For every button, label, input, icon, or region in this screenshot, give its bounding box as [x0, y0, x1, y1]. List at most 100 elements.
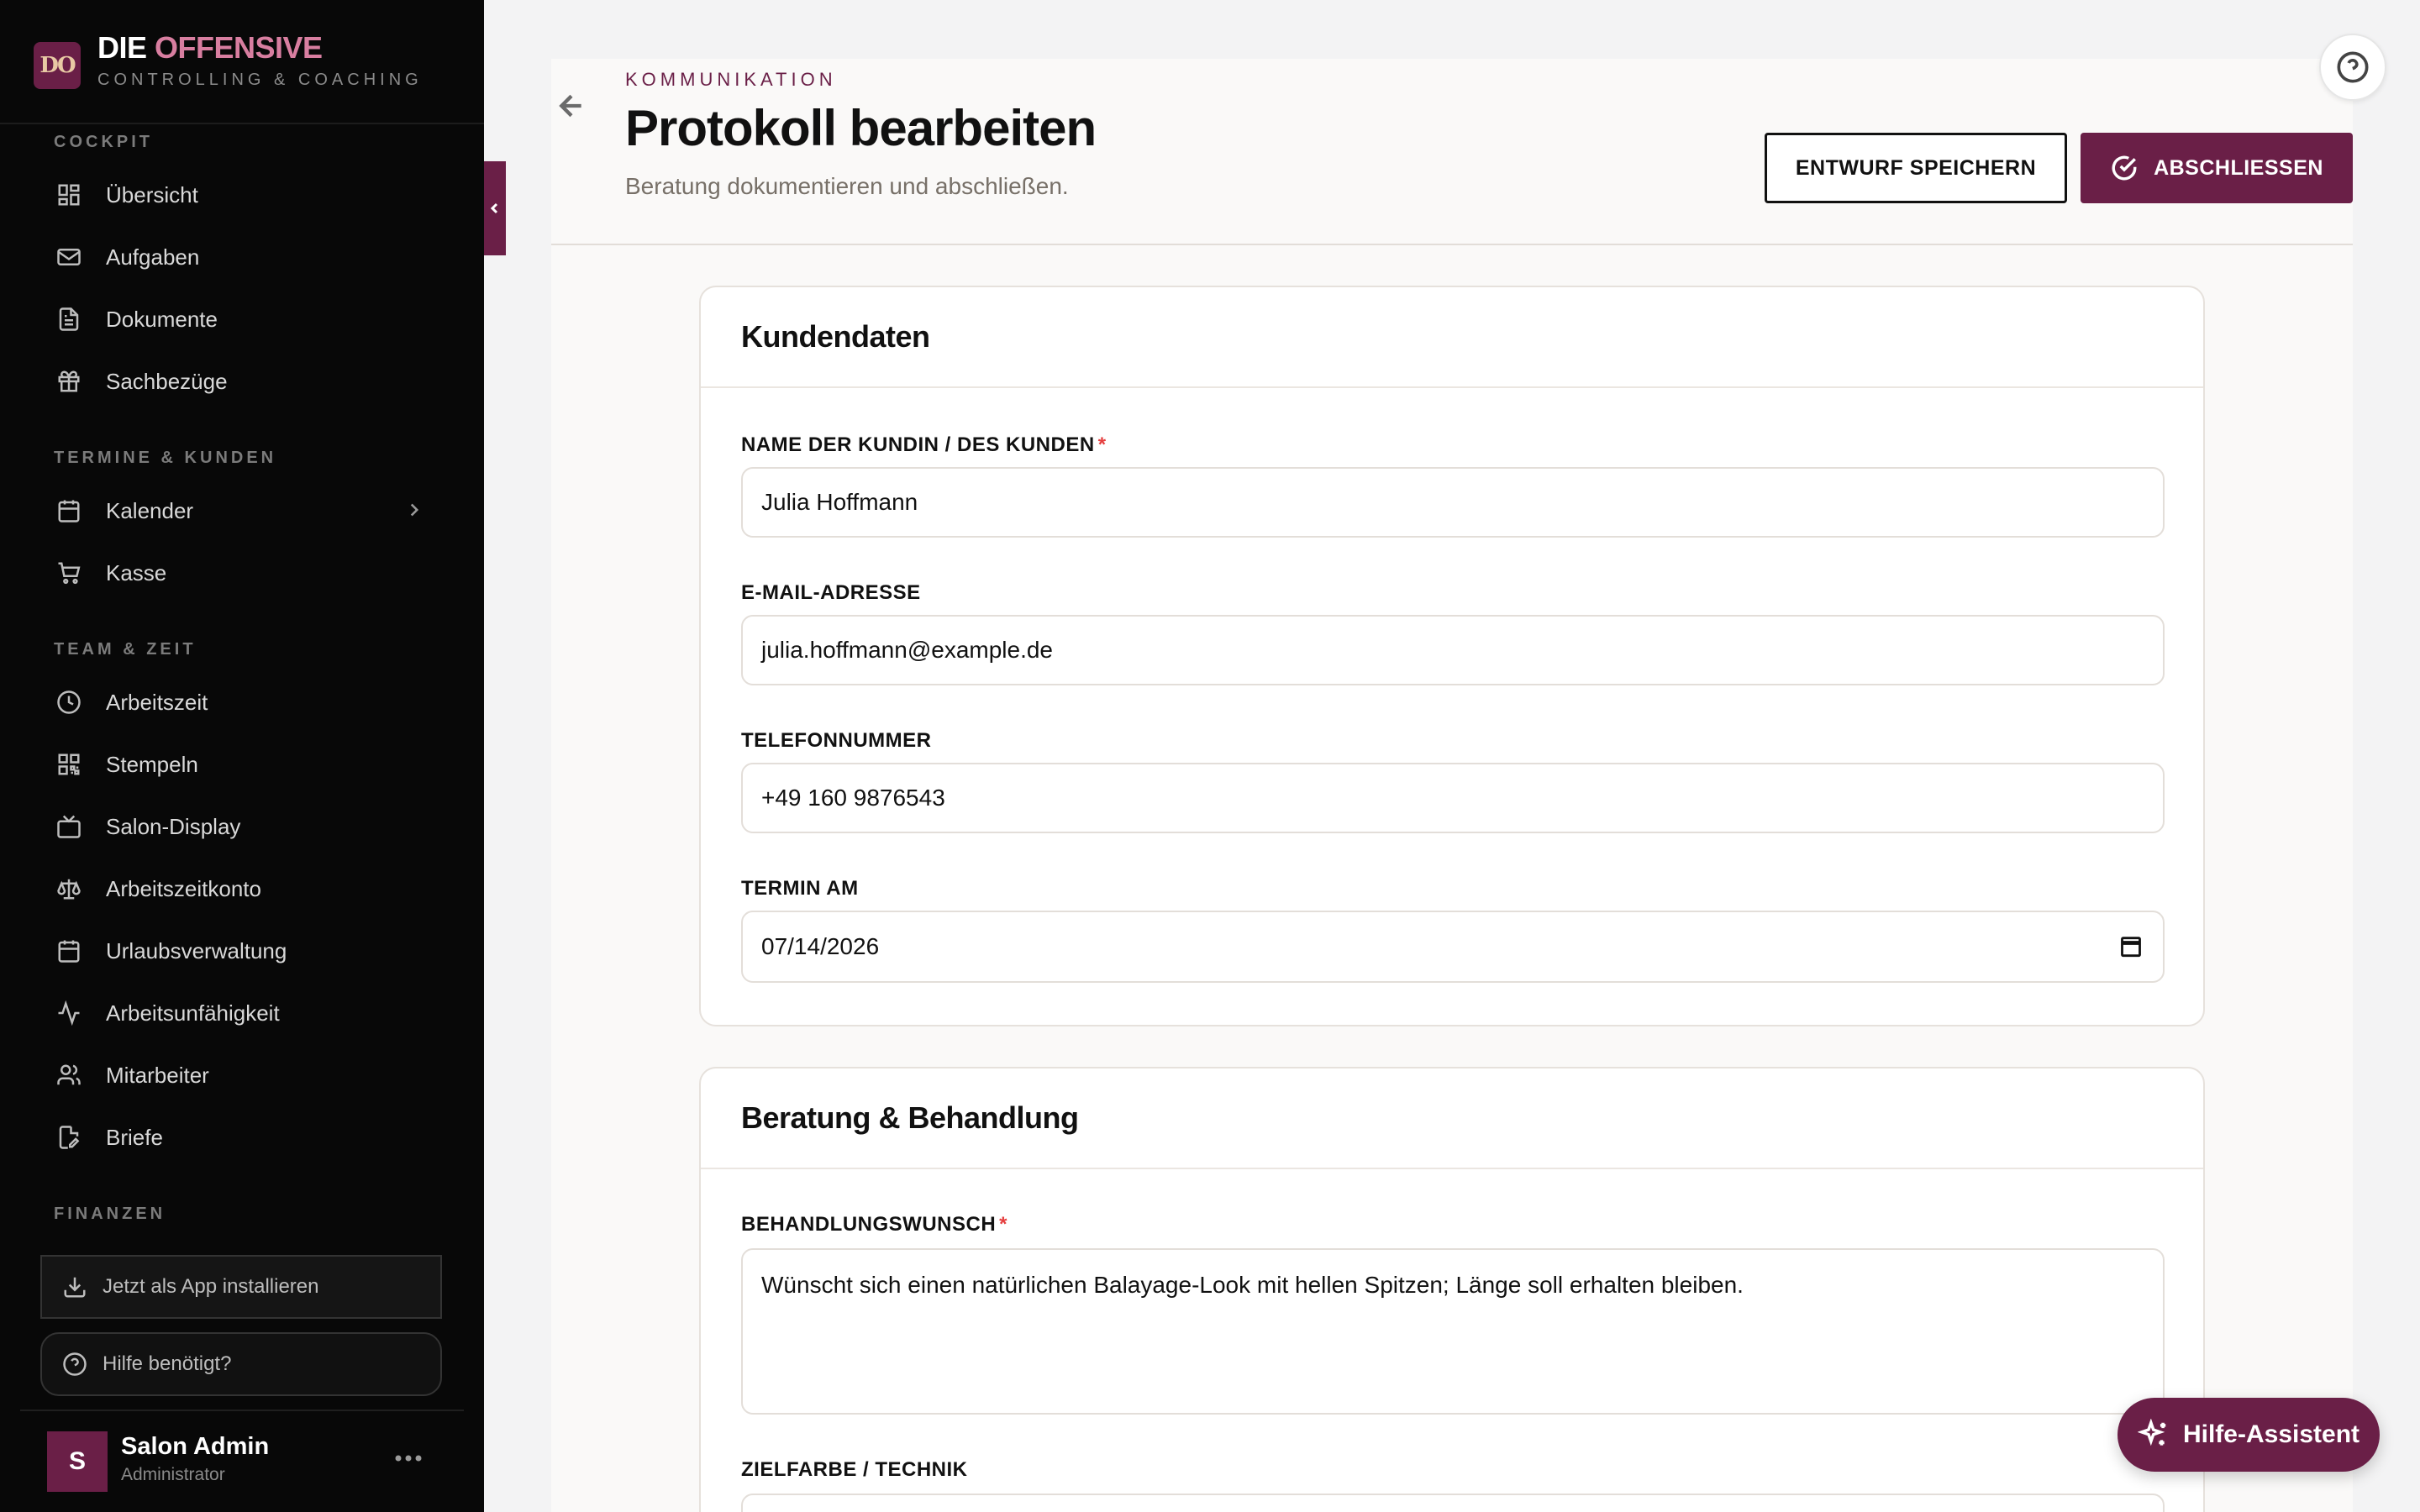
- treatment-wish-label-text: BEHANDLUNGSWUNSCH: [741, 1213, 997, 1236]
- brand-logo: DO: [34, 42, 81, 89]
- sidebar-item-label: Sachbezüge: [106, 368, 228, 394]
- sidebar-item-sachbezuege[interactable]: Sachbezüge: [47, 354, 434, 408]
- sidebar-item-dokumente[interactable]: Dokumente: [47, 292, 434, 346]
- sidebar-item-uebersicht[interactable]: Übersicht: [47, 168, 434, 222]
- brand[interactable]: DO DIE OFFENSIVE CONTROLLING & COACHING: [34, 30, 471, 123]
- brand-subtitle: CONTROLLING & COACHING: [97, 71, 423, 89]
- activity-icon: [55, 1000, 82, 1026]
- sidebar-item-label: Arbeitszeitkonto: [106, 875, 261, 901]
- sidebar-item-label: Kalender: [106, 497, 194, 523]
- help-assistant-label: Hilfe-Assistent: [2182, 1420, 2360, 1448]
- calendar-icon: [55, 937, 82, 964]
- customer-name-label: NAME DER KUNDIN / DES KUNDEN *: [741, 433, 1107, 457]
- brand-title-accent: OFFENSIVE: [155, 30, 323, 65]
- sidebar-item-arbeitsunfaehigkeit[interactable]: Arbeitsunfähigkeit: [47, 986, 434, 1040]
- email-value: julia.hoffmann@example.de: [761, 637, 1054, 663]
- customer-name-value: Julia Hoffmann: [761, 489, 918, 515]
- treatment-card: Beratung & Behandlung BEHANDLUNGSWUNSCH *…: [699, 1067, 2205, 1512]
- sidebar-item-label: Übersicht: [106, 181, 198, 207]
- customer-data-card: Kundendaten NAME DER KUNDIN / DES KUNDEN…: [699, 286, 2205, 1026]
- card-divider: [701, 386, 2203, 388]
- sidebar-item-mitarbeiter[interactable]: Mitarbeiter: [47, 1048, 434, 1102]
- sidebar-item-arbeitszeitkonto[interactable]: Arbeitszeitkonto: [47, 862, 434, 916]
- sidebar-item-label: Aufgaben: [106, 244, 200, 270]
- email-input[interactable]: julia.hoffmann@example.de: [741, 615, 2165, 685]
- download-icon: [64, 1277, 86, 1298]
- customer-name-label-text: NAME DER KUNDIN / DES KUNDEN: [741, 433, 1095, 456]
- install-app-button[interactable]: Jetzt als App installieren: [40, 1255, 442, 1319]
- more-options-icon[interactable]: [392, 1441, 425, 1475]
- appointment-date-label: TERMIN AM: [741, 877, 859, 900]
- brand-title: DIE OFFENSIVE: [97, 30, 323, 66]
- treatment-wish-label: BEHANDLUNGSWUNSCH *: [741, 1213, 1007, 1236]
- customer-name-input[interactable]: Julia Hoffmann: [741, 467, 2165, 538]
- section-label-team: TEAM & ZEIT: [54, 640, 197, 659]
- header-divider: [551, 244, 2353, 245]
- page-eyebrow: KOMMUNIKATION: [625, 69, 837, 90]
- section-label-termine: TERMINE & KUNDEN: [54, 449, 277, 467]
- chevron-left-icon: [490, 202, 498, 214]
- qr-code-icon: [55, 751, 82, 778]
- finish-button[interactable]: ABSCHLIESSEN: [2081, 133, 2353, 203]
- users-icon: [55, 1062, 82, 1089]
- email-label: E-MAIL-ADRESSE: [741, 581, 921, 604]
- help-needed-button[interactable]: Hilfe benötigt?: [40, 1332, 442, 1396]
- sidebar-collapse-toggle[interactable]: [484, 161, 506, 255]
- user-divider: [20, 1410, 464, 1411]
- sparkles-icon: [2137, 1419, 2166, 1446]
- dashboard-icon: [55, 181, 82, 208]
- check-circle-icon: [2112, 155, 2137, 181]
- appointment-date-input[interactable]: 07/14/2026: [741, 911, 2165, 983]
- chevron-right-icon[interactable]: [403, 499, 425, 527]
- sidebar-item-urlaubsverwaltung[interactable]: Urlaubsverwaltung: [47, 924, 434, 978]
- sidebar-item-kalender[interactable]: Kalender: [47, 484, 434, 538]
- help-assistant-button[interactable]: Hilfe-Assistent: [2118, 1398, 2380, 1472]
- finish-button-label: ABSCHLIESSEN: [2154, 155, 2323, 180]
- sidebar-item-stempeln[interactable]: Stempeln: [47, 738, 434, 791]
- cart-icon: [55, 559, 82, 586]
- help-icon[interactable]: [2319, 34, 2386, 101]
- sidebar: DO DIE OFFENSIVE CONTROLLING & COACHING …: [0, 0, 484, 1512]
- brand-divider: [0, 123, 484, 124]
- sidebar-item-label: Mitarbeiter: [106, 1062, 209, 1088]
- document-icon: [55, 306, 82, 333]
- sidebar-item-label: Briefe: [106, 1124, 163, 1150]
- phone-input[interactable]: +49 160 9876543: [741, 763, 2165, 833]
- save-draft-button[interactable]: ENTWURF SPEICHERN: [1765, 133, 2067, 203]
- section-label-cockpit: COCKPIT: [54, 133, 153, 151]
- edit-document-icon: [55, 1124, 82, 1151]
- phone-value: +49 160 9876543: [761, 785, 945, 811]
- treatment-card-title: Beratung & Behandlung: [741, 1100, 1079, 1135]
- sidebar-item-label: Arbeitszeit: [106, 689, 208, 715]
- sidebar-item-briefe[interactable]: Briefe: [47, 1110, 434, 1164]
- scale-icon: [55, 875, 82, 902]
- calendar-picker-icon[interactable]: [2119, 934, 2143, 963]
- page-subtitle: Beratung dokumentieren und abschließen.: [625, 173, 1069, 199]
- sidebar-item-aufgaben[interactable]: Aufgaben: [47, 230, 434, 284]
- phone-label: TELEFONNUMMER: [741, 729, 932, 752]
- install-app-label: Jetzt als App installieren: [103, 1275, 319, 1298]
- calendar-icon: [55, 497, 82, 524]
- sidebar-item-label: Stempeln: [106, 751, 198, 777]
- sidebar-item-salon-display[interactable]: Salon-Display: [47, 800, 434, 853]
- mail-icon: [55, 244, 82, 270]
- required-marker: *: [999, 1213, 1007, 1236]
- sidebar-item-arbeitszeit[interactable]: Arbeitszeit: [47, 675, 434, 729]
- sidebar-item-label: Urlaubsverwaltung: [106, 937, 287, 963]
- user-role: Administrator: [121, 1465, 225, 1484]
- help-needed-label: Hilfe benötigt?: [103, 1352, 232, 1375]
- back-arrow-icon[interactable]: [551, 86, 592, 126]
- gift-icon: [55, 368, 82, 395]
- target-color-input[interactable]: [741, 1494, 2165, 1512]
- sidebar-item-label: Salon-Display: [106, 813, 241, 839]
- sidebar-item-kasse[interactable]: Kasse: [47, 546, 434, 600]
- customer-card-title: Kundendaten: [741, 319, 930, 354]
- appointment-date-value: 07/14/2026: [761, 933, 880, 959]
- clock-icon: [55, 689, 82, 716]
- treatment-wish-textarea[interactable]: Wünscht sich einen natürlichen Balayage-…: [741, 1248, 2165, 1415]
- required-marker: *: [1097, 433, 1107, 456]
- card-divider: [701, 1168, 2203, 1169]
- page-title: Protokoll bearbeiten: [625, 100, 1097, 156]
- help-circle-icon: [63, 1352, 87, 1376]
- avatar[interactable]: S: [47, 1431, 108, 1492]
